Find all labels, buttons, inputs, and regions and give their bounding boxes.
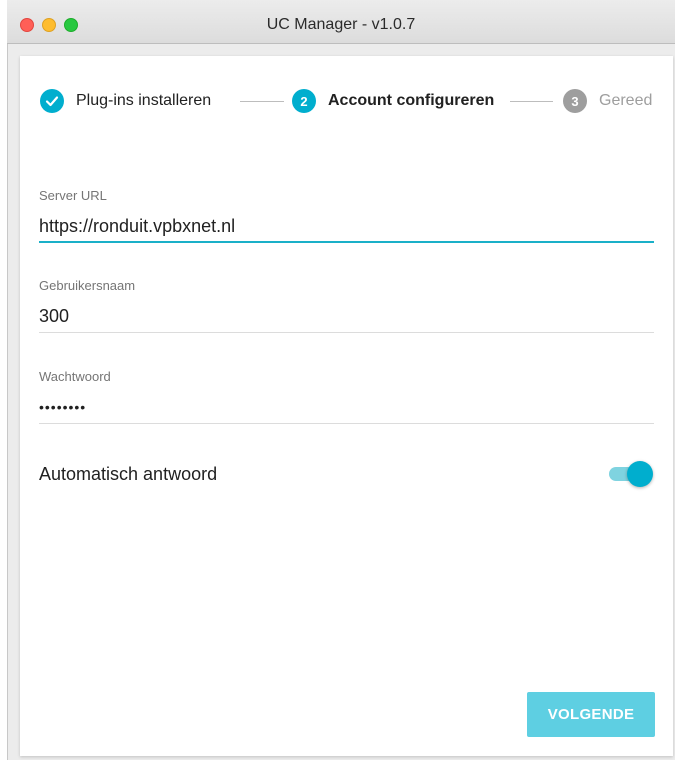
server-url-input[interactable]: https://ronduit.vpbxnet.nl	[39, 215, 654, 237]
step-plugins-label: Plug-ins installeren	[76, 92, 212, 109]
step-done-label: Gereed	[599, 92, 653, 109]
username-underline	[39, 332, 654, 333]
server-url-field[interactable]: Server URL https://ronduit.vpbxnet.nl	[39, 188, 654, 245]
password-field[interactable]: Wachtwoord ••••••••	[39, 369, 654, 426]
stepper: Plug-ins installeren 2 Account configure…	[40, 88, 660, 114]
username-field[interactable]: Gebruikersnaam 300	[39, 278, 654, 335]
server-url-label: Server URL	[39, 188, 107, 203]
step-account: 2 Account configureren	[292, 88, 494, 114]
username-input[interactable]: 300	[39, 305, 654, 327]
password-input[interactable]: ••••••••	[39, 396, 654, 418]
step-connector	[510, 101, 553, 102]
step-connector	[240, 101, 284, 102]
auto-answer-label: Automatisch antwoord	[39, 464, 218, 484]
step-done: 3 Gereed	[563, 88, 652, 114]
next-button[interactable]: VOLGENDE	[527, 692, 655, 737]
server-url-underline	[39, 241, 654, 243]
step-account-label: Account configureren	[328, 92, 495, 109]
password-underline	[39, 423, 654, 424]
title-bar: UC Manager - v1.0.7	[7, 0, 675, 44]
step-number-badge: 3	[563, 89, 587, 113]
check-icon	[40, 89, 64, 113]
auto-answer-toggle-thumb[interactable]	[627, 461, 653, 487]
step-number-badge: 2	[292, 89, 316, 113]
window-title: UC Manager - v1.0.7	[266, 16, 416, 33]
setup-card: Plug-ins installeren 2 Account configure…	[20, 56, 673, 756]
password-label: Wachtwoord	[39, 369, 111, 384]
username-label: Gebruikersnaam	[39, 278, 136, 293]
step-plugins: Plug-ins installeren	[40, 88, 211, 114]
